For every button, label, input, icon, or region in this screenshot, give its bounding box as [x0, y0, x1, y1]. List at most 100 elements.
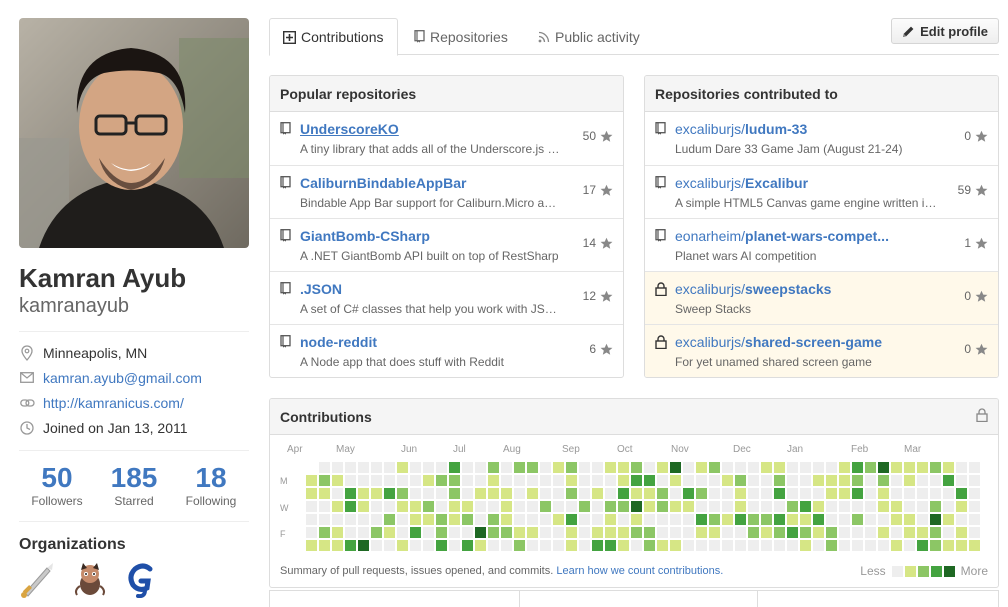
day-cell[interactable]	[813, 475, 824, 486]
day-cell[interactable]	[332, 488, 343, 499]
day-cell[interactable]	[969, 488, 980, 499]
day-cell[interactable]	[384, 514, 395, 525]
day-cell[interactable]	[826, 462, 837, 473]
day-cell[interactable]	[423, 462, 434, 473]
day-cell[interactable]	[748, 540, 759, 551]
day-cell[interactable]	[969, 501, 980, 512]
day-cell[interactable]	[683, 540, 694, 551]
day-cell[interactable]	[657, 527, 668, 538]
day-cell[interactable]	[904, 514, 915, 525]
email-link[interactable]: kamran.ayub@gmail.com	[43, 370, 202, 386]
day-cell[interactable]	[839, 527, 850, 538]
day-cell[interactable]	[787, 540, 798, 551]
day-cell[interactable]	[943, 527, 954, 538]
day-cell[interactable]	[930, 501, 941, 512]
day-cell[interactable]	[475, 540, 486, 551]
day-cell[interactable]	[410, 527, 421, 538]
day-cell[interactable]	[709, 540, 720, 551]
day-cell[interactable]	[787, 514, 798, 525]
day-cell[interactable]	[319, 540, 330, 551]
day-cell[interactable]	[332, 514, 343, 525]
day-cell[interactable]	[618, 501, 629, 512]
day-cell[interactable]	[462, 514, 473, 525]
day-cell[interactable]	[956, 488, 967, 499]
day-cell[interactable]	[423, 527, 434, 538]
day-cell[interactable]	[371, 462, 382, 473]
day-cell[interactable]	[345, 514, 356, 525]
day-cell[interactable]	[787, 475, 798, 486]
day-cell[interactable]	[449, 475, 460, 486]
day-cell[interactable]	[332, 540, 343, 551]
day-cell[interactable]	[865, 527, 876, 538]
day-cell[interactable]	[540, 462, 551, 473]
day-cell[interactable]	[735, 540, 746, 551]
day-cell[interactable]	[514, 514, 525, 525]
day-cell[interactable]	[891, 527, 902, 538]
edit-profile-button[interactable]: Edit profile	[891, 18, 999, 44]
day-cell[interactable]	[800, 501, 811, 512]
day-cell[interactable]	[475, 527, 486, 538]
day-cell[interactable]	[358, 514, 369, 525]
day-cell[interactable]	[592, 462, 603, 473]
day-cell[interactable]	[891, 462, 902, 473]
day-cell[interactable]	[423, 488, 434, 499]
day-cell[interactable]	[449, 462, 460, 473]
day-cell[interactable]	[501, 514, 512, 525]
day-cell[interactable]	[488, 514, 499, 525]
day-cell[interactable]	[956, 540, 967, 551]
day-cell[interactable]	[410, 540, 421, 551]
day-cell[interactable]	[527, 501, 538, 512]
day-cell[interactable]	[722, 501, 733, 512]
day-cell[interactable]	[826, 488, 837, 499]
day-cell[interactable]	[475, 501, 486, 512]
day-cell[interactable]	[397, 527, 408, 538]
starred-stat[interactable]: 185 Starred	[96, 463, 172, 509]
day-cell[interactable]	[423, 514, 434, 525]
day-cell[interactable]	[865, 462, 876, 473]
day-cell[interactable]	[462, 488, 473, 499]
day-cell[interactable]	[891, 501, 902, 512]
day-cell[interactable]	[917, 462, 928, 473]
day-cell[interactable]	[657, 501, 668, 512]
day-cell[interactable]	[696, 540, 707, 551]
day-cell[interactable]	[696, 501, 707, 512]
repo-name-link[interactable]: excaliburjs/ludum-33	[675, 120, 930, 138]
day-cell[interactable]	[787, 527, 798, 538]
day-cell[interactable]	[722, 462, 733, 473]
day-cell[interactable]	[956, 501, 967, 512]
day-cell[interactable]	[345, 501, 356, 512]
day-cell[interactable]	[423, 540, 434, 551]
day-cell[interactable]	[566, 540, 577, 551]
day-cell[interactable]	[761, 527, 772, 538]
day-cell[interactable]	[956, 475, 967, 486]
day-cell[interactable]	[683, 514, 694, 525]
day-cell[interactable]	[540, 514, 551, 525]
day-cell[interactable]	[605, 475, 616, 486]
day-cell[interactable]	[956, 462, 967, 473]
day-cell[interactable]	[306, 527, 317, 538]
user-avatar[interactable]	[19, 18, 249, 248]
day-cell[interactable]	[605, 501, 616, 512]
day-cell[interactable]	[748, 514, 759, 525]
day-cell[interactable]	[943, 501, 954, 512]
day-cell[interactable]	[800, 475, 811, 486]
day-cell[interactable]	[813, 540, 824, 551]
day-cell[interactable]	[592, 514, 603, 525]
day-cell[interactable]	[358, 475, 369, 486]
day-cell[interactable]	[397, 540, 408, 551]
day-cell[interactable]	[579, 514, 590, 525]
repo-row[interactable]: excaliburjs/Excalibur A simple HTML5 Canv…	[645, 165, 998, 218]
day-cell[interactable]	[540, 501, 551, 512]
day-cell[interactable]	[748, 527, 759, 538]
day-cell[interactable]	[527, 488, 538, 499]
day-cell[interactable]	[696, 514, 707, 525]
day-cell[interactable]	[709, 488, 720, 499]
day-cell[interactable]	[410, 475, 421, 486]
day-cell[interactable]	[553, 501, 564, 512]
day-cell[interactable]	[735, 514, 746, 525]
day-cell[interactable]	[553, 540, 564, 551]
day-cell[interactable]	[397, 514, 408, 525]
day-cell[interactable]	[774, 527, 785, 538]
day-cell[interactable]	[683, 488, 694, 499]
day-cell[interactable]	[631, 475, 642, 486]
